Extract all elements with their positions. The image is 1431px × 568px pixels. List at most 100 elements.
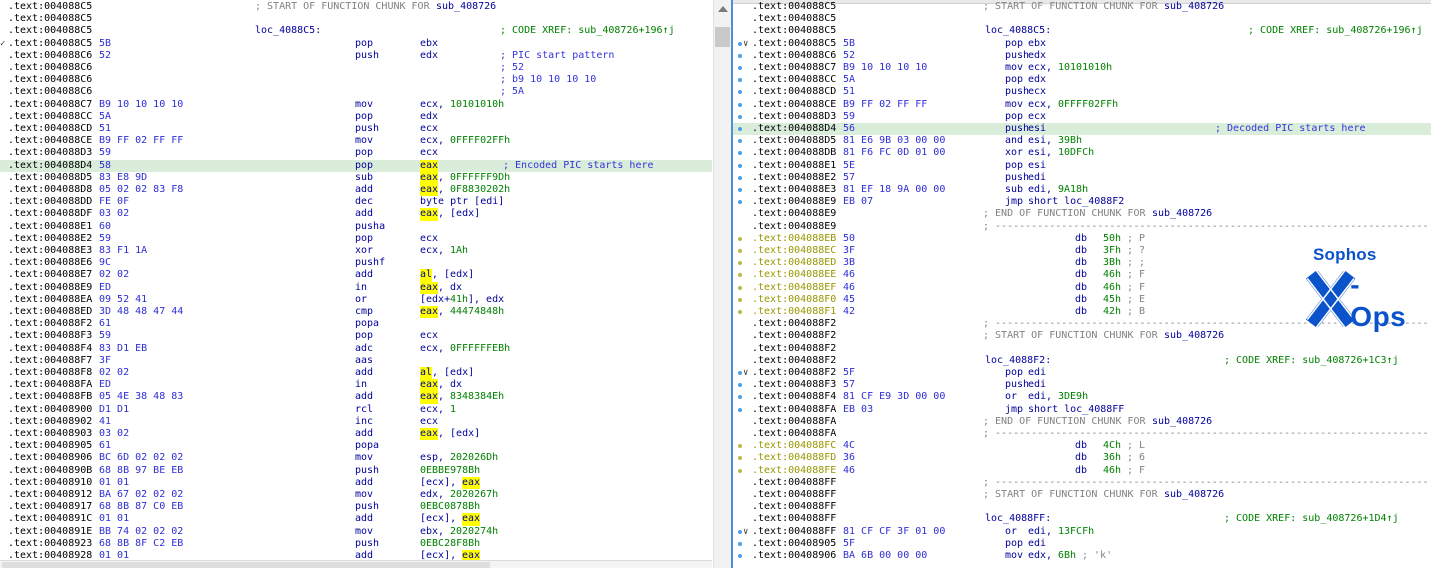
horizontal-scrollbar-thumb[interactable] (2, 562, 490, 568)
asm-text: adc (355, 343, 373, 355)
asm-text: db (1075, 282, 1087, 294)
asm-row[interactable]: .text:004088E702 02addal, [edx] (0, 269, 712, 281)
asm-row[interactable]: .text:004088CEB9 FF 02 FF FFmovecx, 0FFF… (733, 99, 1431, 111)
address: .text:004088D4 (8, 160, 92, 172)
asm-row[interactable]: .text:004088CC5Apopedx (0, 111, 712, 123)
asm-row[interactable]: .text:0040891EBB 74 02 02 02movebx, 2020… (0, 526, 712, 538)
flow-arrow-icon: ∨ (743, 38, 748, 50)
asm-row[interactable]: .text:004088C7B9 10 10 10 10movecx, 1010… (0, 99, 712, 111)
asm-row[interactable]: .text:00408900D1 D1rclecx, 1 (0, 404, 712, 416)
asm-row[interactable]: .text:004088C5loc_4088C5:; CODE XREF: su… (0, 25, 712, 37)
asm-row[interactable]: .text:004088C5loc_4088C5:; CODE XREF: su… (733, 25, 1431, 37)
asm-row[interactable]: .text:004088F359popecx (0, 330, 712, 342)
address: .text:004088C5 (752, 1, 836, 13)
asm-row[interactable]: .text:0040890241incecx (0, 416, 712, 428)
asm-row[interactable]: .text:004088FF (733, 501, 1431, 513)
asm-row[interactable]: .text:004088DB81 F6 FC 0D 01 00xoresi, 1… (733, 147, 1431, 159)
asm-row[interactable]: .text:004088CD51pushecx (0, 123, 712, 135)
asm-row[interactable]: .text:004088F802 02addal, [edx] (0, 367, 712, 379)
address: .text:00408903 (8, 428, 92, 440)
asm-row[interactable]: .text:004088D359popecx (733, 111, 1431, 123)
asm-row[interactable]: .text:004088C652pushedx (733, 50, 1431, 62)
asm-row[interactable]: .text:004089055Fpopedi (733, 538, 1431, 550)
asm-row[interactable]: .text:004088E381 EF 18 9A 00 00subedi, 9… (733, 184, 1431, 196)
asm-row[interactable]: .text:004088E15Epopesi (733, 160, 1431, 172)
asm-row[interactable]: .text:004088FAEDineax, dx (0, 379, 712, 391)
asm-row[interactable]: .text:004088E383 F1 1Axorecx, 1Ah (0, 245, 712, 257)
asm-row[interactable]: .text:004088FC4Cdb4Ch; L (733, 440, 1431, 452)
asm-row[interactable]: .text:004088F2 (733, 343, 1431, 355)
address: .text:004088C6 (8, 62, 92, 74)
asm-row[interactable]: .text:00408912BA 67 02 02 02movedx, 2020… (0, 489, 712, 501)
asm-row-selected[interactable]: .text:004088D456pushesi; Decoded PIC sta… (733, 123, 1431, 135)
asm-row[interactable]: .text:004088ED3D 48 48 47 44cmpeax, 4447… (0, 306, 712, 318)
asm-row[interactable]: .text:004088C5; START OF FUNCTION CHUNK … (0, 1, 712, 13)
asm-row[interactable]: .text:004088C5 (733, 13, 1431, 25)
asm-row[interactable]: .text:004088D805 02 02 83 F8addeax, 0F88… (0, 184, 712, 196)
asm-row[interactable]: .text:004088C5; START OF FUNCTION CHUNK … (733, 1, 1431, 13)
horizontal-scrollbar[interactable] (0, 560, 712, 568)
asm-row[interactable]: ∨.text:004088FF81 CF CF 3F 01 00oredi, 1… (733, 526, 1431, 538)
asm-row[interactable]: .text:004088FE46db46h; F (733, 465, 1431, 477)
asm-row[interactable]: .text:004088FD36db36h; 6 (733, 452, 1431, 464)
asm-row[interactable]: .text:0040892368 8B 8F C2 EBpush0EBC28F8… (0, 538, 712, 550)
asm-row[interactable]: .text:00408906BC 6D 02 02 02movesp, 2020… (0, 452, 712, 464)
vertical-scrollbar[interactable] (713, 0, 733, 568)
asm-row[interactable]: .text:004088C7B9 10 10 10 10movecx, 1010… (733, 62, 1431, 74)
asm-row[interactable]: .text:004088E257pushedi (733, 172, 1431, 184)
asm-row[interactable]: .text:004088F73Faas (0, 355, 712, 367)
asm-row[interactable]: .text:004088D581 E6 9B 03 00 00andesi, 3… (733, 135, 1431, 147)
asm-row-selected[interactable]: .text:004088D458popeax; Encoded PIC star… (0, 160, 712, 172)
asm-row[interactable]: .text:004088F261popa (0, 318, 712, 330)
asm-row[interactable]: .text:004088E69Cpushf (0, 257, 712, 269)
asm-row[interactable]: .text:004088FB05 4E 38 48 83addeax, 8348… (0, 391, 712, 403)
asm-row[interactable]: .text:004088CD51pushecx (733, 86, 1431, 98)
asm-row[interactable]: .text:004088DF03 02addeax, [edx] (0, 208, 712, 220)
asm-row[interactable]: .text:0040890B68 8B 97 BE EBpush0EBBE978… (0, 465, 712, 477)
asm-row[interactable]: .text:004088E259popecx (0, 233, 712, 245)
asm-row[interactable]: .text:0040891C01 01add[ecx], eax (0, 513, 712, 525)
asm-row[interactable]: .text:0040891768 8B 87 C0 EBpush0EBC0878… (0, 501, 712, 513)
asm-row[interactable]: .text:004088EA09 52 41or[edx+41h], edx (0, 294, 712, 306)
asm-row[interactable]: .text:004088FAEB 03jmpshort loc_4088FF (733, 404, 1431, 416)
asm-row[interactable]: .text:004088E9; END OF FUNCTION CHUNK FO… (733, 208, 1431, 220)
asm-row[interactable]: .text:004088E9EB 07jmpshort loc_4088F2 (733, 196, 1431, 208)
asm-row[interactable]: .text:004088F2loc_4088F2:; CODE XREF: su… (733, 355, 1431, 367)
byte-values: 5A (99, 111, 111, 123)
asm-row[interactable]: .text:004088FA; END OF FUNCTION CHUNK FO… (733, 416, 1431, 428)
asm-row[interactable]: .text:004088FA; ------------------------… (733, 428, 1431, 440)
asm-row[interactable]: .text:004088F481 CF E9 3D 00 00oredi, 3D… (733, 391, 1431, 403)
asm-row[interactable]: .text:004088CC5Apopedx (733, 74, 1431, 86)
asm-text: push (1005, 86, 1029, 98)
address: .text:00408900 (8, 404, 92, 416)
asm-row[interactable]: .text:0040891001 01add[ecx], eax (0, 477, 712, 489)
asm-row[interactable]: .text:004088E9; ------------------------… (733, 221, 1431, 233)
scroll-up-icon[interactable] (718, 6, 728, 12)
asm-row[interactable]: .text:004088D359popecx (0, 147, 712, 159)
data-byte-dot-icon (738, 298, 742, 302)
asm-row[interactable]: ✓.text:004088C55Bpopebx (0, 38, 712, 50)
asm-row[interactable]: .text:004088E9EDineax, dx (0, 282, 712, 294)
logo-brand-text: Sophos (1313, 245, 1413, 265)
asm-row[interactable]: .text:004088D583 E8 9Dsubeax, 0FFFFFF9Dh (0, 172, 712, 184)
asm-row[interactable]: .text:004088FF; ------------------------… (733, 477, 1431, 489)
asm-row[interactable]: ∨.text:004088C55Bpopebx (733, 38, 1431, 50)
asm-row[interactable]: .text:0040890561popa (0, 440, 712, 452)
asm-row[interactable]: .text:004088C6; 52 (0, 62, 712, 74)
asm-row[interactable]: .text:00408906BA 6B 00 00 00movedx, 6Bh;… (733, 550, 1431, 562)
scrollbar-thumb[interactable] (715, 27, 730, 47)
asm-row[interactable]: .text:004088DDFE 0Fdecbyte ptr [edi] (0, 196, 712, 208)
asm-row[interactable]: .text:004088F357pushedi (733, 379, 1431, 391)
asm-row[interactable]: .text:004088C6; 5A (0, 86, 712, 98)
asm-row[interactable]: ∨.text:004088F25Fpopedi (733, 367, 1431, 379)
asm-row[interactable]: .text:004088EB50db50h; P (733, 233, 1431, 245)
asm-row[interactable]: .text:004088C5 (0, 13, 712, 25)
asm-row[interactable]: .text:004088C6; b9 10 10 10 10 (0, 74, 712, 86)
asm-row[interactable]: .text:004088FFloc_4088FF:; CODE XREF: su… (733, 513, 1431, 525)
asm-row[interactable]: .text:004088C652pushedx; PIC start patte… (0, 50, 712, 62)
asm-row[interactable]: .text:0040890303 02addeax, [edx] (0, 428, 712, 440)
asm-row[interactable]: .text:004088FF; START OF FUNCTION CHUNK … (733, 489, 1431, 501)
asm-row[interactable]: .text:004088F483 D1 EBadcecx, 0FFFFFFEBh (0, 343, 712, 355)
asm-row[interactable]: .text:004088CEB9 FF 02 FF FFmovecx, 0FFF… (0, 135, 712, 147)
asm-row[interactable]: .text:004088E160pusha (0, 221, 712, 233)
